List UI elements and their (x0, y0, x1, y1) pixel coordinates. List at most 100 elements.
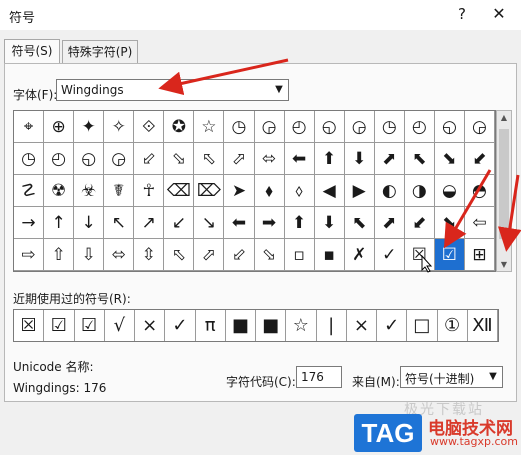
symbol-cell[interactable]: ✓ (374, 239, 405, 271)
symbol-cell[interactable]: ⬁ (194, 143, 225, 175)
symbol-cell[interactable]: ⬅ (284, 143, 315, 175)
symbol-cell[interactable]: ☥ (134, 175, 165, 207)
recent-symbol-cell[interactable]: ☑ (44, 310, 75, 341)
symbol-cell[interactable]: ⬋ (464, 143, 495, 175)
symbol-cell[interactable]: ☡ (14, 175, 45, 207)
symbol-cell[interactable]: ⌦ (194, 175, 225, 207)
symbol-cell[interactable]: ↑ (44, 207, 75, 239)
symbol-cell[interactable]: ⊕ (44, 111, 75, 143)
close-button[interactable]: ✕ (486, 3, 512, 25)
symbol-cell[interactable]: ⊞ (464, 239, 495, 271)
symbol-cell[interactable]: ⬀ (194, 239, 225, 271)
symbol-cell[interactable]: ✧ (104, 111, 135, 143)
symbol-cell[interactable]: ◓ (464, 175, 495, 207)
recent-symbol-cell[interactable]: Ⅻ (468, 310, 498, 341)
symbol-cell[interactable]: ⬊ (434, 143, 465, 175)
scrollbar-thumb[interactable] (499, 129, 509, 239)
symbol-cell[interactable]: ↗ (134, 207, 165, 239)
symbol-cell[interactable]: ⬋ (404, 207, 435, 239)
symbol-cell[interactable]: ⬇ (314, 207, 345, 239)
symbol-cell[interactable]: ⇨ (14, 239, 45, 271)
symbol-cell[interactable]: ▫ (284, 239, 315, 271)
recent-symbol-cell[interactable]: | (317, 310, 347, 341)
symbol-cell[interactable]: ◷ (14, 143, 45, 175)
from-dropdown[interactable]: 符号(十进制) ▼ (400, 366, 503, 388)
symbol-cell[interactable]: ⬅ (224, 207, 255, 239)
symbol-cell[interactable]: ☑ (434, 239, 465, 271)
recent-symbol-cell[interactable]: ☒ (14, 310, 45, 341)
symbol-cell[interactable]: ◒ (434, 175, 465, 207)
symbol-cell[interactable]: ✦ (74, 111, 105, 143)
symbol-cell[interactable]: ⌖ (14, 111, 45, 143)
recent-symbol-cell[interactable]: ① (438, 310, 468, 341)
symbol-cell[interactable]: ⬂ (254, 239, 285, 271)
symbol-cell[interactable]: ◵ (314, 111, 345, 143)
symbol-cell[interactable]: ↘ (194, 207, 225, 239)
chevron-down-icon[interactable]: ▼ (270, 80, 288, 100)
tab-special-characters[interactable]: 特殊字符(P) (62, 40, 138, 65)
recent-symbol-cell[interactable]: ☑ (75, 310, 105, 341)
chevron-down-icon[interactable]: ▼ (484, 367, 502, 387)
symbol-cell[interactable]: ☢ (44, 175, 75, 207)
symbol-cell[interactable]: ⬉ (404, 143, 435, 175)
symbol-cell[interactable]: ⬃ (224, 239, 255, 271)
symbol-cell[interactable]: ✪ (164, 111, 195, 143)
symbol-cell[interactable]: ☆ (194, 111, 225, 143)
symbol-cell[interactable]: ⟐ (134, 111, 165, 143)
recent-symbol-cell[interactable]: ✓ (377, 310, 408, 341)
symbol-cell[interactable]: ⬆ (284, 207, 315, 239)
font-dropdown[interactable]: Wingdings ▼ (56, 79, 289, 101)
symbol-cell[interactable]: ⬧ (254, 175, 285, 207)
symbol-cell[interactable]: ◵ (434, 111, 465, 143)
recent-symbol-cell[interactable]: ✓ (165, 310, 196, 341)
symbol-cell[interactable]: → (14, 207, 45, 239)
symbol-cell[interactable]: ⬨ (284, 175, 315, 207)
recent-symbol-cell[interactable]: ☆ (286, 310, 317, 341)
symbol-cell[interactable]: ⇧ (44, 239, 75, 271)
symbol-cell[interactable]: ➤ (224, 175, 255, 207)
symbol-cell[interactable]: ⬊ (434, 207, 465, 239)
symbol-cell[interactable]: ◴ (44, 143, 75, 175)
symbol-cell[interactable]: ⬇ (344, 143, 375, 175)
recent-symbol-cell[interactable]: × (135, 310, 166, 341)
symbol-cell[interactable]: ◵ (74, 143, 105, 175)
char-code-input[interactable]: 176 (296, 366, 342, 388)
recent-symbol-cell[interactable]: × (347, 310, 377, 341)
symbol-cell[interactable]: ⇦ (464, 207, 495, 239)
symbol-cell[interactable]: ◑ (404, 175, 435, 207)
symbol-cell[interactable]: ◀ (314, 175, 345, 207)
scroll-down-icon[interactable]: ▼ (497, 260, 511, 269)
scroll-up-icon[interactable]: ▲ (497, 113, 511, 122)
symbol-cell[interactable]: ◷ (224, 111, 255, 143)
symbol-cell[interactable]: ◴ (284, 111, 315, 143)
symbol-cell[interactable]: ◷ (374, 111, 405, 143)
symbol-cell[interactable]: ☤ (104, 175, 135, 207)
symbol-cell[interactable]: ✗ (344, 239, 375, 271)
symbol-cell[interactable]: ◶ (344, 111, 375, 143)
recent-symbol-cell[interactable]: √ (105, 310, 135, 341)
symbol-cell[interactable]: ↙ (164, 207, 195, 239)
symbol-cell[interactable]: ↖ (104, 207, 135, 239)
symbol-cell[interactable]: ◐ (374, 175, 405, 207)
symbol-cell[interactable]: ◶ (104, 143, 135, 175)
symbol-cell[interactable]: ➡ (254, 207, 285, 239)
help-button[interactable]: ? (452, 3, 472, 25)
symbol-cell[interactable]: ⬁ (164, 239, 195, 271)
symbol-cell[interactable]: ◶ (254, 111, 285, 143)
symbol-cell[interactable]: ⬂ (164, 143, 195, 175)
symbol-cell[interactable]: ⬈ (374, 207, 405, 239)
symbol-grid-scrollbar[interactable]: ▲ ▼ (496, 110, 512, 272)
symbol-cell[interactable]: ↓ (74, 207, 105, 239)
symbol-cell[interactable]: ⬄ (104, 239, 135, 271)
symbol-cell[interactable]: ◶ (464, 111, 495, 143)
symbol-cell[interactable]: ⬈ (374, 143, 405, 175)
symbol-cell[interactable]: ⬆ (314, 143, 345, 175)
tab-symbols[interactable]: 符号(S) (4, 39, 60, 66)
symbol-cell[interactable]: ⌫ (164, 175, 195, 207)
symbol-cell[interactable]: ⬃ (134, 143, 165, 175)
recent-symbol-cell[interactable]: ■ (226, 310, 256, 341)
recent-symbol-cell[interactable]: ■ (256, 310, 287, 341)
recent-symbol-cell[interactable]: □ (407, 310, 438, 341)
symbol-cell[interactable]: ▶ (344, 175, 375, 207)
recent-symbol-cell[interactable]: π (196, 310, 226, 341)
